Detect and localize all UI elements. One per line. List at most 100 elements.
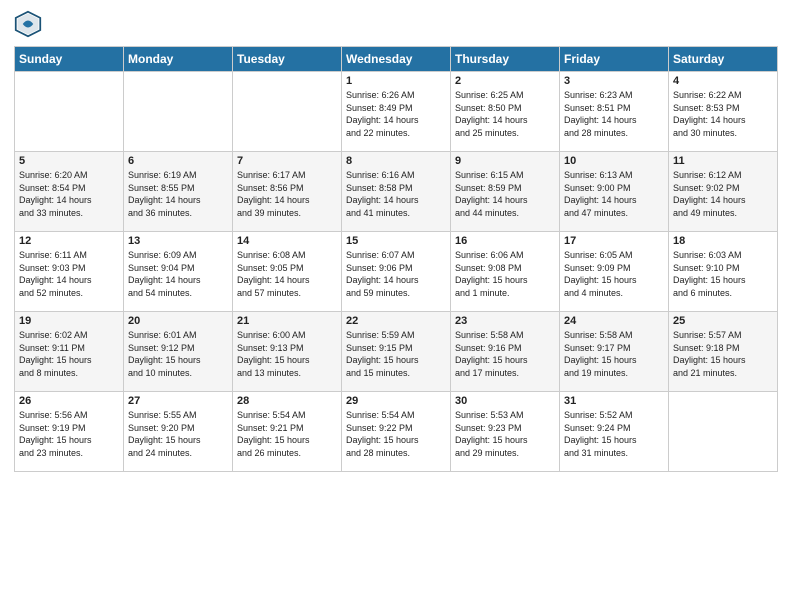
calendar-cell: 15Sunrise: 6:07 AM Sunset: 9:06 PM Dayli… (342, 232, 451, 312)
weekday-wednesday: Wednesday (342, 47, 451, 72)
calendar-cell: 14 Sunrise: 6:08 AM Sunset: 9:05 PM Dayli… (233, 232, 342, 312)
day-number: 22 (346, 315, 446, 327)
day-info: Sunrise: 6:20 AM Sunset: 8:54 PM Dayligh… (19, 169, 119, 219)
header (14, 10, 778, 38)
day-number: 3 (564, 75, 664, 87)
day-info: Sunrise: 6:07 AM Sunset: 9:06 PM Dayligh… (346, 249, 446, 299)
weekday-thursday: Thursday (451, 47, 560, 72)
day-info: Sunrise: 5:57 AM Sunset: 9:18 PM Dayligh… (673, 329, 773, 379)
day-info: Sunrise: 6:05 AM Sunset: 9:09 PM Dayligh… (564, 249, 664, 299)
calendar-table: SundayMondayTuesdayWednesdayThursdayFrid… (14, 46, 778, 472)
day-number: 5 (19, 155, 119, 167)
day-number: 10 (564, 155, 664, 167)
day-number: 28 (237, 395, 337, 407)
weekday-friday: Friday (560, 47, 669, 72)
day-number: 25 (673, 315, 773, 327)
day-info: Sunrise: 6:02 AM Sunset: 9:11 PM Dayligh… (19, 329, 119, 379)
calendar-cell: 8Sunrise: 6:16 AM Sunset: 8:58 PM Daylig… (342, 152, 451, 232)
calendar-cell: 5 Sunrise: 6:20 AM Sunset: 8:54 PM Daylig… (15, 152, 124, 232)
day-info: Sunrise: 6:08 AM Sunset: 9:05 PM Dayligh… (237, 249, 337, 299)
day-info: Sunrise: 6:22 AM Sunset: 8:53 PM Dayligh… (673, 89, 773, 139)
day-info: Sunrise: 5:58 AM Sunset: 9:17 PM Dayligh… (564, 329, 664, 379)
day-number: 7 (237, 155, 337, 167)
week-row-1: 1 Sunrise: 6:26 AM Sunset: 8:49 PM Daylig… (15, 72, 778, 152)
calendar-cell: 26 Sunrise: 5:56 AM Sunset: 9:19 PM Dayli… (15, 392, 124, 472)
calendar-cell: 10Sunrise: 6:13 AM Sunset: 9:00 PM Dayli… (560, 152, 669, 232)
calendar-cell (124, 72, 233, 152)
day-info: Sunrise: 6:16 AM Sunset: 8:58 PM Dayligh… (346, 169, 446, 219)
day-number: 31 (564, 395, 664, 407)
weekday-tuesday: Tuesday (233, 47, 342, 72)
week-row-5: 26 Sunrise: 5:56 AM Sunset: 9:19 PM Dayli… (15, 392, 778, 472)
day-number: 18 (673, 235, 773, 247)
day-info: Sunrise: 5:52 AM Sunset: 9:24 PM Dayligh… (564, 409, 664, 459)
day-info: Sunrise: 6:01 AM Sunset: 9:12 PM Dayligh… (128, 329, 228, 379)
day-number: 12 (19, 235, 119, 247)
calendar-cell: 7 Sunrise: 6:17 AM Sunset: 8:56 PM Daylig… (233, 152, 342, 232)
calendar-cell: 20Sunrise: 6:01 AM Sunset: 9:12 PM Dayli… (124, 312, 233, 392)
calendar-cell: 6 Sunrise: 6:19 AM Sunset: 8:55 PM Daylig… (124, 152, 233, 232)
calendar-cell (15, 72, 124, 152)
calendar-cell: 31 Sunrise: 5:52 AM Sunset: 9:24 PM Dayli… (560, 392, 669, 472)
day-number: 19 (19, 315, 119, 327)
day-number: 14 (237, 235, 337, 247)
day-info: Sunrise: 5:58 AM Sunset: 9:16 PM Dayligh… (455, 329, 555, 379)
day-number: 13 (128, 235, 228, 247)
day-info: Sunrise: 5:54 AM Sunset: 9:21 PM Dayligh… (237, 409, 337, 459)
day-info: Sunrise: 6:26 AM Sunset: 8:49 PM Dayligh… (346, 89, 446, 139)
day-info: Sunrise: 5:55 AM Sunset: 9:20 PM Dayligh… (128, 409, 228, 459)
weekday-saturday: Saturday (669, 47, 778, 72)
day-number: 17 (564, 235, 664, 247)
day-info: Sunrise: 6:09 AM Sunset: 9:04 PM Dayligh… (128, 249, 228, 299)
logo (14, 10, 46, 38)
day-number: 2 (455, 75, 555, 87)
day-number: 23 (455, 315, 555, 327)
day-number: 27 (128, 395, 228, 407)
week-row-2: 5 Sunrise: 6:20 AM Sunset: 8:54 PM Daylig… (15, 152, 778, 232)
calendar-cell (233, 72, 342, 152)
calendar-cell: 27 Sunrise: 5:55 AM Sunset: 9:20 PM Dayli… (124, 392, 233, 472)
week-row-4: 19 Sunrise: 6:02 AM Sunset: 9:11 PM Dayli… (15, 312, 778, 392)
day-info: Sunrise: 6:25 AM Sunset: 8:50 PM Dayligh… (455, 89, 555, 139)
day-info: Sunrise: 6:15 AM Sunset: 8:59 PM Dayligh… (455, 169, 555, 219)
day-info: Sunrise: 6:19 AM Sunset: 8:55 PM Dayligh… (128, 169, 228, 219)
calendar-cell: 19 Sunrise: 6:02 AM Sunset: 9:11 PM Dayli… (15, 312, 124, 392)
day-info: Sunrise: 6:17 AM Sunset: 8:56 PM Dayligh… (237, 169, 337, 219)
calendar-cell: 28 Sunrise: 5:54 AM Sunset: 9:21 PM Dayli… (233, 392, 342, 472)
calendar-cell: 3 Sunrise: 6:23 AM Sunset: 8:51 PM Daylig… (560, 72, 669, 152)
day-number: 29 (346, 395, 446, 407)
calendar-cell: 30 Sunrise: 5:53 AM Sunset: 9:23 PM Dayli… (451, 392, 560, 472)
day-info: Sunrise: 6:03 AM Sunset: 9:10 PM Dayligh… (673, 249, 773, 299)
calendar-cell: 13 Sunrise: 6:09 AM Sunset: 9:04 PM Dayli… (124, 232, 233, 312)
generalblue-logo-icon (14, 10, 42, 38)
day-info: Sunrise: 5:54 AM Sunset: 9:22 PM Dayligh… (346, 409, 446, 459)
day-number: 26 (19, 395, 119, 407)
calendar-cell: 21Sunrise: 6:00 AM Sunset: 9:13 PM Dayli… (233, 312, 342, 392)
calendar-cell: 17 Sunrise: 6:05 AM Sunset: 9:09 PM Dayli… (560, 232, 669, 312)
calendar-cell (669, 392, 778, 472)
day-number: 6 (128, 155, 228, 167)
day-number: 16 (455, 235, 555, 247)
weekday-header-row: SundayMondayTuesdayWednesdayThursdayFrid… (15, 47, 778, 72)
day-info: Sunrise: 6:06 AM Sunset: 9:08 PM Dayligh… (455, 249, 555, 299)
day-info: Sunrise: 5:53 AM Sunset: 9:23 PM Dayligh… (455, 409, 555, 459)
calendar-cell: 11Sunrise: 6:12 AM Sunset: 9:02 PM Dayli… (669, 152, 778, 232)
calendar-cell: 29 Sunrise: 5:54 AM Sunset: 9:22 PM Dayli… (342, 392, 451, 472)
day-number: 4 (673, 75, 773, 87)
day-info: Sunrise: 6:11 AM Sunset: 9:03 PM Dayligh… (19, 249, 119, 299)
day-info: Sunrise: 5:59 AM Sunset: 9:15 PM Dayligh… (346, 329, 446, 379)
calendar-cell: 1 Sunrise: 6:26 AM Sunset: 8:49 PM Daylig… (342, 72, 451, 152)
day-number: 24 (564, 315, 664, 327)
calendar-cell: 4 Sunrise: 6:22 AM Sunset: 8:53 PM Daylig… (669, 72, 778, 152)
day-number: 30 (455, 395, 555, 407)
day-info: Sunrise: 6:12 AM Sunset: 9:02 PM Dayligh… (673, 169, 773, 219)
calendar-cell: 24 Sunrise: 5:58 AM Sunset: 9:17 PM Dayli… (560, 312, 669, 392)
day-number: 1 (346, 75, 446, 87)
calendar-cell: 23 Sunrise: 5:58 AM Sunset: 9:16 PM Dayli… (451, 312, 560, 392)
day-number: 9 (455, 155, 555, 167)
page: SundayMondayTuesdayWednesdayThursdayFrid… (0, 0, 792, 482)
day-info: Sunrise: 6:23 AM Sunset: 8:51 PM Dayligh… (564, 89, 664, 139)
day-info: Sunrise: 5:56 AM Sunset: 9:19 PM Dayligh… (19, 409, 119, 459)
weekday-monday: Monday (124, 47, 233, 72)
calendar-cell: 16 Sunrise: 6:06 AM Sunset: 9:08 PM Dayli… (451, 232, 560, 312)
